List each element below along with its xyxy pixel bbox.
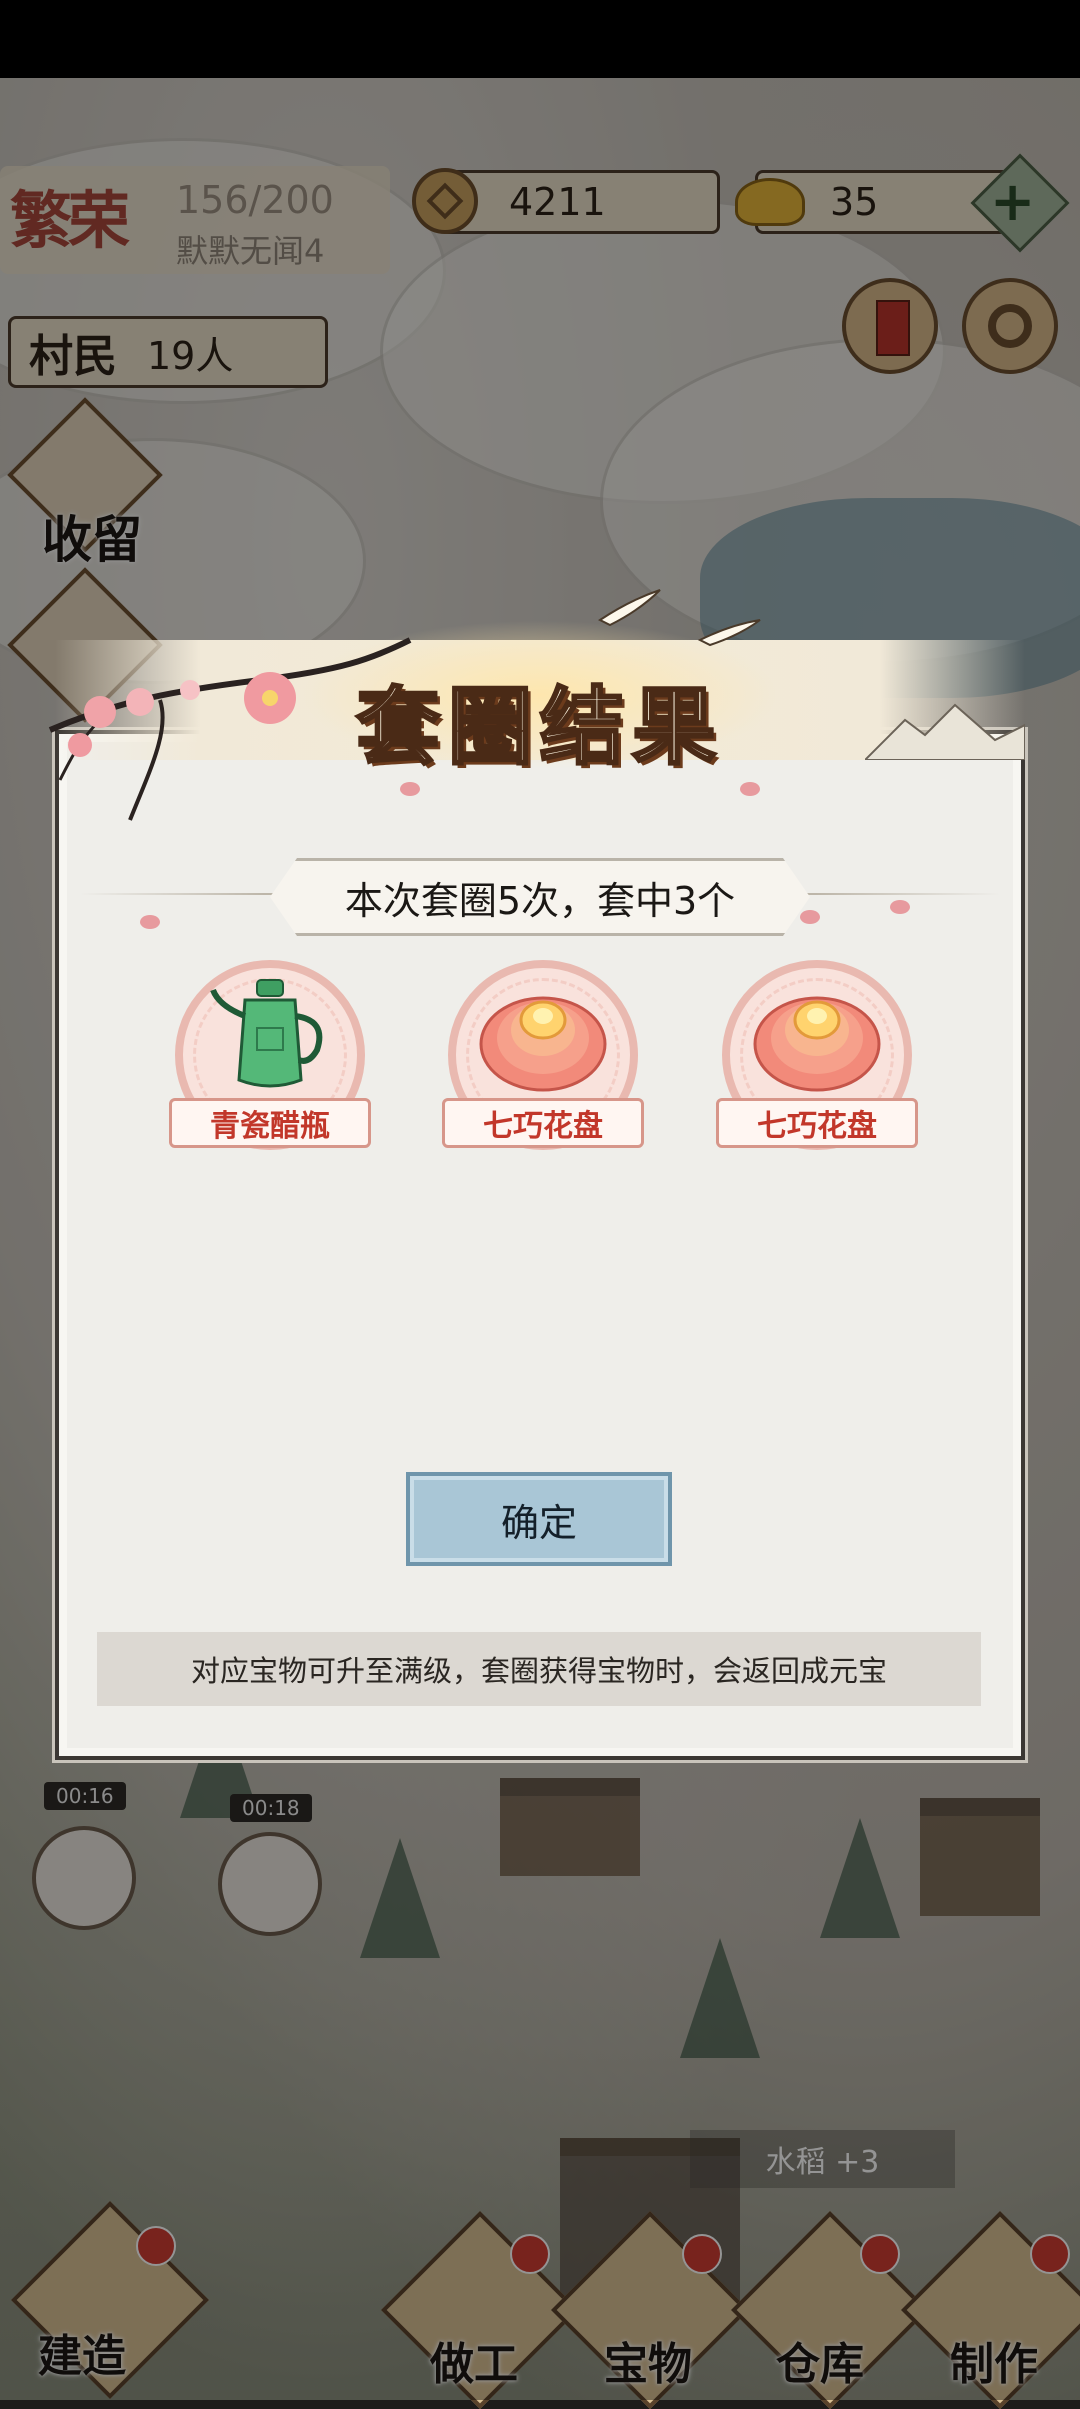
petal-decoration — [140, 915, 160, 929]
item-name: 青瓷醋瓶 — [169, 1098, 371, 1148]
mountain-decoration-icon — [865, 703, 1025, 760]
status-bar — [0, 0, 1080, 78]
item-name: 七巧花盘 — [442, 1098, 644, 1148]
reward-item[interactable]: 青瓷醋瓶 — [169, 960, 371, 1150]
result-summary: 本次套圈5次，套中3个 — [270, 858, 810, 936]
reward-item[interactable]: 七巧花盘 — [716, 960, 918, 1150]
petal-decoration — [800, 910, 820, 924]
petal-decoration — [400, 782, 420, 796]
confirm-button[interactable]: 确定 — [406, 1472, 672, 1566]
swallow-birds-icon — [598, 589, 761, 647]
flower-plate-icon — [479, 996, 607, 1092]
dialog-title: 套圈结果 — [354, 676, 724, 778]
item-name: 七巧花盘 — [716, 1098, 918, 1148]
flower-plate-icon — [753, 996, 881, 1092]
petal-decoration — [740, 782, 760, 796]
reward-item[interactable]: 七巧花盘 — [442, 960, 644, 1150]
petal-decoration — [890, 900, 910, 914]
celadon-vinegar-bottle-icon — [210, 979, 323, 1088]
reward-note: 对应宝物可升至满级，套圈获得宝物时，会返回成元宝 — [97, 1632, 981, 1706]
